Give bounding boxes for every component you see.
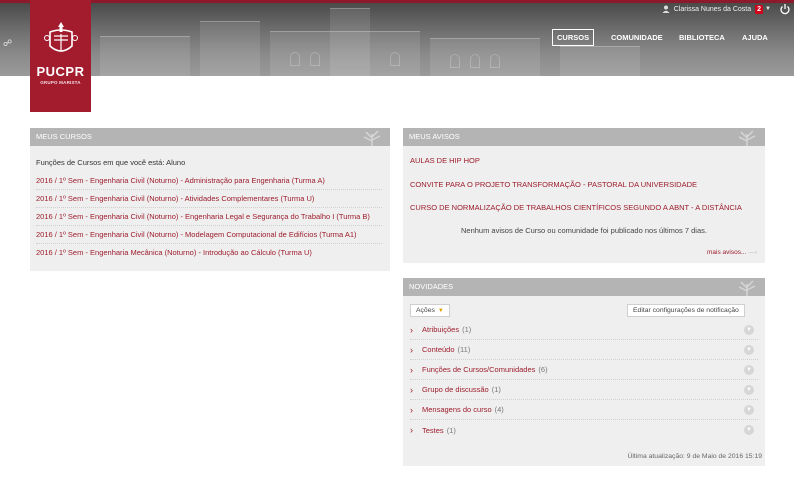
more-avisos-link[interactable]: mais avisos... —› [707,249,757,256]
main-nav-2: COMUNIDADE [606,28,668,46]
course-link[interactable]: 2016 / 1º Sem - Engenharia Civil (Noturn… [36,190,382,208]
panel-header: MEUS AVISOS [403,128,765,146]
novidades-row[interactable]: › Funções de Cursos/Comunidades (6) ▼ [410,360,758,380]
user-bar: Clarissa Nunes da Costa 2 ▼ [662,3,794,15]
expand-icon[interactable]: ▼ [744,365,754,375]
user-name[interactable]: Clarissa Nunes da Costa [674,6,751,13]
expand-icon[interactable]: ▼ [744,405,754,415]
tab-biblioteca[interactable]: BIBLIOTECA [674,29,730,46]
row-label: Atribuições [422,325,460,334]
more-avisos-label: mais avisos... [707,249,747,256]
chevron-right-icon: › [410,324,413,335]
user-icon [662,5,670,13]
novidades-row[interactable]: › Atribuições (1) ▼ [410,320,758,340]
panel-title: MEUS AVISOS [409,132,460,141]
chevron-right-icon: › [410,384,413,395]
aviso-link[interactable]: AULAS DE HIP HOP [410,156,480,165]
novidades-row[interactable]: › Grupo de discussão (1) ▼ [410,380,758,400]
expand-icon[interactable]: ▼ [744,345,754,355]
course-role-text: Funções de Cursos em que você está: Alun… [36,158,186,167]
aviso-link[interactable]: CURSO DE NORMALIZAÇÃO DE TRABALHOS CIENT… [410,203,742,212]
tree-icon [363,130,381,146]
panel-title: MEUS CURSOS [36,132,92,141]
aviso-link[interactable]: CONVITE PARA O PROJETO TRANSFORMAÇÃO - P… [410,180,697,189]
row-label: Conteúdo [422,345,455,354]
main-nav-3: BIBLIOTECA [674,28,730,46]
crest-icon [43,22,78,52]
course-link[interactable]: 2016 / 1º Sem - Engenharia Mecânica (Not… [36,244,382,262]
expand-icon[interactable]: ▼ [744,385,754,395]
chevron-down-icon: ▼ [437,308,444,314]
chevron-down-icon[interactable]: ▼ [765,6,771,12]
edit-notification-settings-button[interactable]: Editar configurações de notificação [627,304,745,317]
expand-icon[interactable]: ▼ [744,425,754,435]
tab-comunidade[interactable]: COMUNIDADE [606,29,668,46]
last-updated-text: Última atualização: 9 de Maio de 2016 15… [627,453,762,460]
course-link[interactable]: 2016 / 1º Sem - Engenharia Civil (Noturn… [36,208,382,226]
row-count: (1) [462,325,472,334]
chevron-right-icon: › [410,404,413,415]
tree-icon [738,280,756,296]
tree-icon [738,130,756,146]
main-nav-4: AJUDA [737,28,773,46]
actions-label: Ações [416,307,435,314]
row-count: (1) [446,425,456,435]
arrow-right-icon: —› [748,249,758,256]
notification-badge[interactable]: 2 [755,4,764,14]
row-count: (6) [538,365,548,374]
avisos-empty-text: Nenhum avisos de Curso ou comunidade foi… [461,226,707,235]
novidades-row[interactable]: › Conteúdo (11) ▼ [410,340,758,360]
main-nav: CURSOS [552,28,595,46]
tab-cursos[interactable]: CURSOS [552,28,595,46]
row-count: (1) [491,385,501,394]
course-link[interactable]: 2016 / 1º Sem - Engenharia Civil (Noturn… [36,226,382,244]
row-label: Funções de Cursos/Comunidades [422,365,536,374]
course-link[interactable]: 2016 / 1º Sem - Engenharia Civil (Noturn… [36,172,382,190]
novidades-row[interactable]: › Mensagens do curso (4) ▼ [410,400,758,420]
tab-ajuda[interactable]: AJUDA [737,29,773,46]
row-label: Grupo de discussão [422,385,489,394]
logo-subtitle: GRUPO MARISTA [40,80,81,85]
row-label: Mensagens do curso [422,405,492,414]
novidades-row[interactable]: › Testes (1) ▼ [410,420,758,440]
chevron-right-icon: › [410,364,413,375]
power-icon[interactable] [779,3,791,15]
panel-header: MEUS CURSOS [30,128,390,146]
row-count: (11) [457,345,471,354]
logo-name: PUCPR [36,64,85,79]
panel-title: NOVIDADES [409,282,454,291]
chevron-right-icon: › [410,425,413,435]
row-label: Testes [422,425,444,435]
pucpr-logo[interactable]: PUCPR GRUPO MARISTA [30,0,91,112]
link-icon[interactable]: ☍ [3,38,12,49]
expand-icon[interactable]: ▼ [744,325,754,335]
panel-header: NOVIDADES [403,278,765,296]
actions-button[interactable]: Ações ▼ [410,304,450,317]
meus-avisos-panel: MEUS AVISOS [403,128,765,263]
row-count: (4) [494,405,504,414]
chevron-right-icon: › [410,344,413,355]
